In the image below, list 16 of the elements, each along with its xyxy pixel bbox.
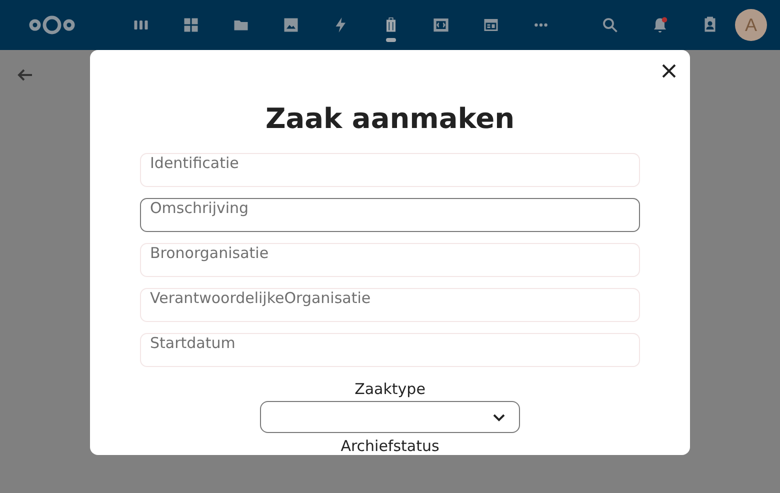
dropdown-field[interactable] [260, 401, 520, 433]
table-icon [482, 16, 500, 34]
input-field[interactable]: Omschrijving [140, 198, 640, 232]
search-icon [601, 16, 619, 34]
select-label: Zaaktype [354, 379, 426, 399]
user-avatar[interactable]: A [735, 9, 767, 41]
close-button[interactable] [660, 62, 678, 80]
bell-icon [651, 16, 669, 34]
code-icon [432, 16, 450, 34]
logo-icon[interactable] [28, 13, 76, 37]
field-label: Archiefstatus [340, 437, 440, 455]
more-icon [534, 23, 548, 27]
grid-icon [182, 16, 200, 34]
image-icon [282, 16, 300, 34]
close-icon [660, 62, 678, 80]
dialog-title: Zaak aanmaken [265, 101, 515, 137]
